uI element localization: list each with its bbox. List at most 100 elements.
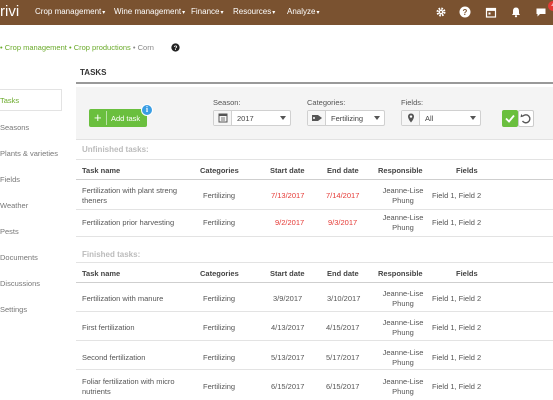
task-name[interactable]: Fertilization with plant streng theners <box>82 186 200 206</box>
notification-badge: 4 <box>548 1 553 11</box>
task-name[interactable]: Fertilization prior harvesting <box>82 218 174 228</box>
sidebar-item-pests[interactable]: Pests <box>0 220 62 242</box>
gear-icon[interactable] <box>435 6 447 18</box>
task-fields: Field 1, Field 2 <box>432 294 482 303</box>
categories-select[interactable]: Fertilizing <box>307 110 385 126</box>
undo-icon <box>520 114 531 124</box>
breadcrumb: • Crop management • Crop productions • C… <box>0 43 154 52</box>
task-responsible: Jeanne-Lise Phung <box>382 377 424 396</box>
reset-filter-button[interactable] <box>518 110 534 127</box>
task-end-date: 6/15/2017 <box>326 382 360 391</box>
task-end-date: 9/3/2017 <box>328 218 358 227</box>
chat-icon[interactable] <box>535 6 547 18</box>
task-responsible: Jeanne-Lise Phung <box>382 213 424 232</box>
task-responsible: Jeanne-Lise Phung <box>382 289 424 308</box>
sidebar-item-seasons[interactable]: Seasons <box>0 116 62 138</box>
task-fields: Field 1, Field 2 <box>432 353 482 362</box>
column-categories[interactable]: Categories <box>200 269 239 278</box>
svg-text:?: ? <box>174 45 178 52</box>
task-fields: Field 1, Field 2 <box>432 191 482 200</box>
column-categories[interactable]: Categories <box>200 166 239 175</box>
unfinished-tasks-heading: Unfinished tasks: <box>82 145 149 154</box>
column-end-date[interactable]: End date <box>327 166 359 175</box>
column-responsible[interactable]: Responsible <box>378 166 423 175</box>
task-start-date: 5/13/2017 <box>271 353 305 362</box>
task-category: Fertilizing <box>203 323 236 332</box>
season-label: Season: <box>213 98 241 107</box>
breadcrumb-crop-management[interactable]: Crop management <box>5 43 67 52</box>
breadcrumb-current: Corn <box>137 43 154 52</box>
task-name[interactable]: First fertilization <box>82 323 135 333</box>
task-responsible: Jeanne-Lise Phung <box>382 348 424 367</box>
breadcrumb-separator: • <box>68 43 72 52</box>
column-task-name[interactable]: Task name <box>82 269 120 278</box>
nav-resources[interactable]: Resources▾ <box>233 7 275 16</box>
sidebar-item-documents[interactable]: Documents <box>0 246 62 268</box>
chevron-down-icon <box>280 116 286 120</box>
task-category: Fertilizing <box>203 191 236 200</box>
tag-icon <box>308 111 326 125</box>
column-fields[interactable]: Fields <box>456 269 478 278</box>
sidebar-item-tasks[interactable]: Tasks <box>0 89 62 111</box>
breadcrumb-crop-productions[interactable]: Crop productions <box>74 43 131 52</box>
task-name[interactable]: Foliar fertilization with micro nutrient… <box>82 377 200 397</box>
nav-analyze[interactable]: Analyze▾ <box>287 7 319 16</box>
task-end-date: 7/14/2017 <box>326 191 360 200</box>
task-category: Fertilizing <box>203 294 236 303</box>
categories-label: Categories: <box>307 98 346 107</box>
task-fields: Field 1, Field 2 <box>432 323 482 332</box>
svg-text:?: ? <box>463 8 468 17</box>
help-icon[interactable]: ? <box>459 6 471 18</box>
task-name[interactable]: Second fertilization <box>82 353 145 363</box>
help-circle-icon[interactable]: ? <box>171 43 180 52</box>
sidebar-item-weather[interactable]: Weather <box>0 194 62 216</box>
nav-wine-management[interactable]: Wine management▾ <box>114 7 185 16</box>
plus-icon: + <box>94 110 102 125</box>
task-end-date: 5/17/2017 <box>326 353 360 362</box>
info-icon[interactable]: i <box>141 104 153 116</box>
task-end-date: 3/10/2017 <box>327 294 361 303</box>
fields-select[interactable]: All <box>401 110 481 126</box>
task-responsible: Jeanne-Lise Phung <box>382 318 424 337</box>
finished-tasks-heading: Finished tasks: <box>82 250 141 259</box>
calendar-icon[interactable] <box>485 6 497 18</box>
bell-icon[interactable] <box>510 6 522 18</box>
sidebar-item-discussions[interactable]: Discussions <box>0 272 62 294</box>
task-start-date: 6/15/2017 <box>271 382 305 391</box>
task-start-date: 9/2/2017 <box>275 218 305 227</box>
task-responsible: Jeanne-Lise Phung <box>382 186 424 205</box>
task-end-date: 4/15/2017 <box>326 323 360 332</box>
apply-filter-button[interactable] <box>502 110 518 127</box>
column-responsible[interactable]: Responsible <box>378 269 423 278</box>
nav-crop-management[interactable]: Crop management▾ <box>35 7 105 16</box>
column-task-name[interactable]: Task name <box>82 166 120 175</box>
map-pin-icon <box>402 111 420 125</box>
checkmark-icon <box>505 114 515 123</box>
task-name[interactable]: Fertilization with manure <box>82 294 163 304</box>
title-divider <box>76 82 553 84</box>
app-logo[interactable]: rivi <box>0 3 19 20</box>
breadcrumb-separator: • <box>132 43 136 52</box>
add-task-button[interactable]: + Add task <box>89 109 147 127</box>
fields-label: Fields: <box>401 98 424 107</box>
task-category: Fertilizing <box>203 353 236 362</box>
task-start-date: 4/13/2017 <box>271 323 305 332</box>
season-select[interactable]: 2017 <box>213 110 291 126</box>
column-end-date[interactable]: End date <box>327 269 359 278</box>
column-start-date[interactable]: Start date <box>270 166 305 175</box>
chevron-down-icon <box>470 116 476 120</box>
task-start-date: 3/9/2017 <box>273 294 303 303</box>
sidebar-item-settings[interactable]: Settings <box>0 298 62 320</box>
column-start-date[interactable]: Start date <box>270 269 305 278</box>
task-fields: Field 1, Field 2 <box>432 382 482 391</box>
sidebar-item-plants-varieties[interactable]: Plants & varieties <box>0 142 62 164</box>
top-navbar: rivi Crop management▾ Wine management▾ F… <box>0 0 553 25</box>
breadcrumb-bullet: • <box>0 43 3 52</box>
column-fields[interactable]: Fields <box>456 166 478 175</box>
task-category: Fertilizing <box>203 382 236 391</box>
sidebar-item-fields[interactable]: Fields <box>0 168 62 190</box>
task-fields: Field 1, Field 2 <box>432 218 482 227</box>
nav-finance[interactable]: Finance▾ <box>191 7 223 16</box>
page-title: TASKS <box>80 68 107 77</box>
task-category: Fertilizing <box>203 218 236 227</box>
